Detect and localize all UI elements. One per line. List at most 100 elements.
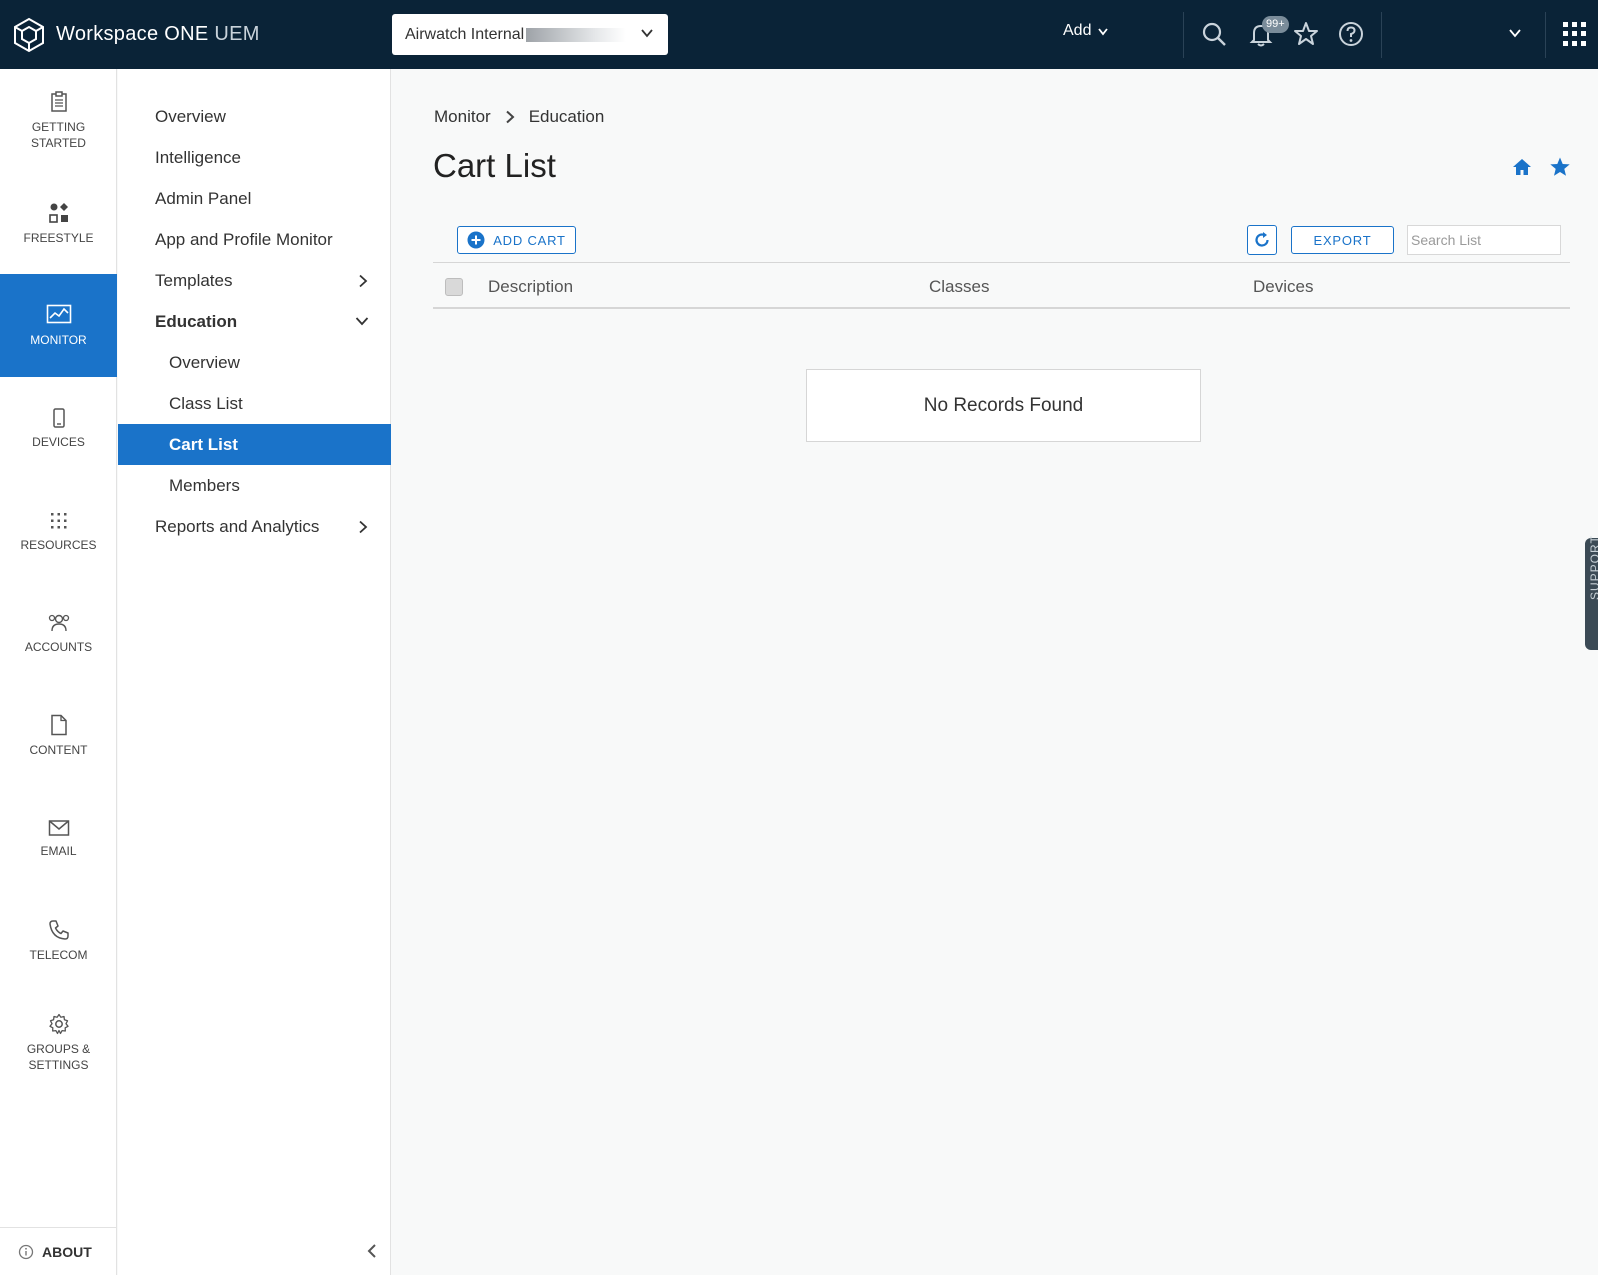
subnav-item-education-overview[interactable]: Overview — [118, 342, 391, 383]
chevron-down-icon — [355, 317, 369, 326]
rail-item-label: FREESTYLE — [23, 230, 94, 245]
column-header-classes[interactable]: Classes — [929, 277, 989, 297]
rail-item-label: GETTING STARTED — [31, 119, 86, 150]
empty-state-message: No Records Found — [806, 369, 1201, 442]
subnav-item-reports-analytics[interactable]: Reports and Analytics — [118, 506, 391, 547]
rail-item-label: EMAIL — [40, 843, 77, 858]
add-menu-button[interactable]: Add — [1063, 22, 1109, 40]
chevron-right-icon — [359, 520, 368, 534]
add-menu-label: Add — [1063, 22, 1092, 39]
rail-item-content[interactable]: CONTENT — [0, 684, 117, 787]
apps-grid-icon[interactable] — [1563, 22, 1587, 46]
subnav-item-cart-list[interactable]: Cart List — [118, 424, 391, 465]
organization-group-value: Airwatch Internal — [405, 25, 525, 43]
select-all-checkbox[interactable] — [445, 278, 463, 296]
plus-circle-icon — [467, 231, 485, 249]
breadcrumb-education[interactable]: Education — [529, 107, 605, 127]
rail-item-label: CONTENT — [29, 742, 88, 757]
info-icon — [18, 1244, 34, 1259]
favorite-star-icon[interactable] — [1549, 156, 1571, 178]
rail-item-groups-settings[interactable]: GROUPS & SETTINGS — [0, 991, 117, 1094]
subnav-item-app-profile-monitor[interactable]: App and Profile Monitor — [118, 219, 391, 260]
subnav-item-label: Templates — [155, 270, 233, 290]
subnav-item-education[interactable]: Education — [118, 301, 391, 342]
star-icon[interactable] — [1292, 20, 1320, 48]
subnav-item-label: Members — [169, 475, 240, 495]
refresh-button[interactable] — [1247, 225, 1277, 255]
about-label: ABOUT — [42, 1243, 92, 1260]
subnav-item-overview[interactable]: Overview — [118, 96, 391, 137]
subnav-item-class-list[interactable]: Class List — [118, 383, 391, 424]
rail-item-telecom[interactable]: TELECOM — [0, 889, 117, 992]
subnav-item-members[interactable]: Members — [118, 465, 391, 506]
clipboard-icon — [50, 90, 67, 112]
subnav-item-label: Class List — [169, 393, 243, 413]
user-menu-chevron-icon[interactable] — [1508, 26, 1522, 40]
refresh-icon — [1255, 232, 1269, 247]
organization-group-select[interactable]: Airwatch Internal — [392, 14, 668, 55]
subnav-item-label: App and Profile Monitor — [155, 229, 333, 249]
subnav-item-label: Intelligence — [155, 147, 242, 167]
breadcrumb: Monitor Education — [434, 107, 604, 127]
workspace-one-logo-icon — [14, 17, 44, 52]
rail-item-getting-started[interactable]: GETTING STARTED — [0, 69, 117, 172]
users-icon — [48, 614, 69, 631]
add-cart-button[interactable]: ADD CART — [457, 226, 576, 254]
monitor-chart-icon — [46, 304, 71, 323]
secondary-nav: Overview Intelligence Admin Panel App an… — [118, 69, 391, 1275]
notification-badge: 99+ — [1262, 16, 1289, 33]
rail-item-label: MONITOR — [30, 332, 87, 347]
subnav-item-admin-panel[interactable]: Admin Panel — [118, 178, 391, 219]
rail-item-monitor[interactable]: MONITOR — [0, 274, 117, 377]
brand[interactable]: Workspace ONE UEM — [12, 17, 260, 53]
collapse-nav-icon[interactable] — [366, 1243, 378, 1259]
breadcrumb-monitor[interactable]: Monitor — [434, 107, 491, 127]
rail-item-freestyle[interactable]: FREESTYLE — [0, 172, 117, 275]
freestyle-icon — [48, 202, 68, 223]
gear-icon — [48, 1013, 69, 1034]
column-header-description[interactable]: Description — [488, 277, 573, 297]
subnav-item-templates[interactable]: Templates — [118, 260, 391, 301]
rail-item-label: DEVICES — [32, 434, 85, 449]
subnav-item-label: Overview — [155, 106, 226, 126]
page-title: Cart List — [433, 147, 556, 184]
subnav-item-label: Reports and Analytics — [155, 516, 320, 536]
redacted-text — [526, 27, 627, 42]
envelope-icon — [48, 819, 69, 836]
divider — [1183, 12, 1184, 58]
rail-item-accounts[interactable]: ACCOUNTS — [0, 582, 117, 685]
about-button[interactable]: ABOUT — [0, 1227, 117, 1275]
subnav-item-label: Cart List — [169, 434, 238, 454]
phone-icon — [52, 407, 65, 428]
rail-item-label: RESOURCES — [20, 537, 97, 552]
divider — [1545, 12, 1546, 58]
rail-item-label: TELECOM — [29, 947, 88, 962]
divider — [1381, 12, 1382, 58]
chevron-down-icon — [641, 29, 653, 38]
file-icon — [50, 714, 67, 735]
search-icon[interactable] — [1200, 20, 1228, 48]
grid-dots-icon — [50, 512, 66, 528]
rail-item-email[interactable]: EMAIL — [0, 787, 117, 890]
rail-item-resources[interactable]: RESOURCES — [0, 480, 117, 583]
search-input[interactable] — [1407, 225, 1561, 255]
chevron-right-icon — [506, 110, 515, 124]
chevron-right-icon — [359, 274, 368, 288]
subnav-item-label: Admin Panel — [155, 188, 252, 208]
export-button[interactable]: EXPORT — [1291, 226, 1394, 254]
top-bar: Workspace ONE UEM Airwatch Internal Add … — [0, 0, 1598, 69]
table-header: Description Classes Devices — [433, 262, 1570, 309]
subnav-item-label: Overview — [169, 352, 240, 372]
support-tab[interactable]: SUPPORT — [1585, 535, 1598, 650]
add-cart-label: ADD CART — [493, 232, 566, 248]
main-content: Monitor Education Cart List ADD CART EXP… — [392, 69, 1598, 1275]
rail-item-label: ACCOUNTS — [24, 639, 93, 654]
help-icon[interactable] — [1337, 20, 1365, 48]
brand-name: Workspace ONE UEM — [56, 23, 260, 45]
rail-item-devices[interactable]: DEVICES — [0, 377, 117, 480]
export-label: EXPORT — [1313, 232, 1372, 248]
subnav-item-intelligence[interactable]: Intelligence — [118, 137, 391, 178]
column-header-devices[interactable]: Devices — [1253, 277, 1313, 297]
rail-item-label: GROUPS & SETTINGS — [26, 1041, 91, 1072]
home-icon[interactable] — [1512, 157, 1532, 177]
